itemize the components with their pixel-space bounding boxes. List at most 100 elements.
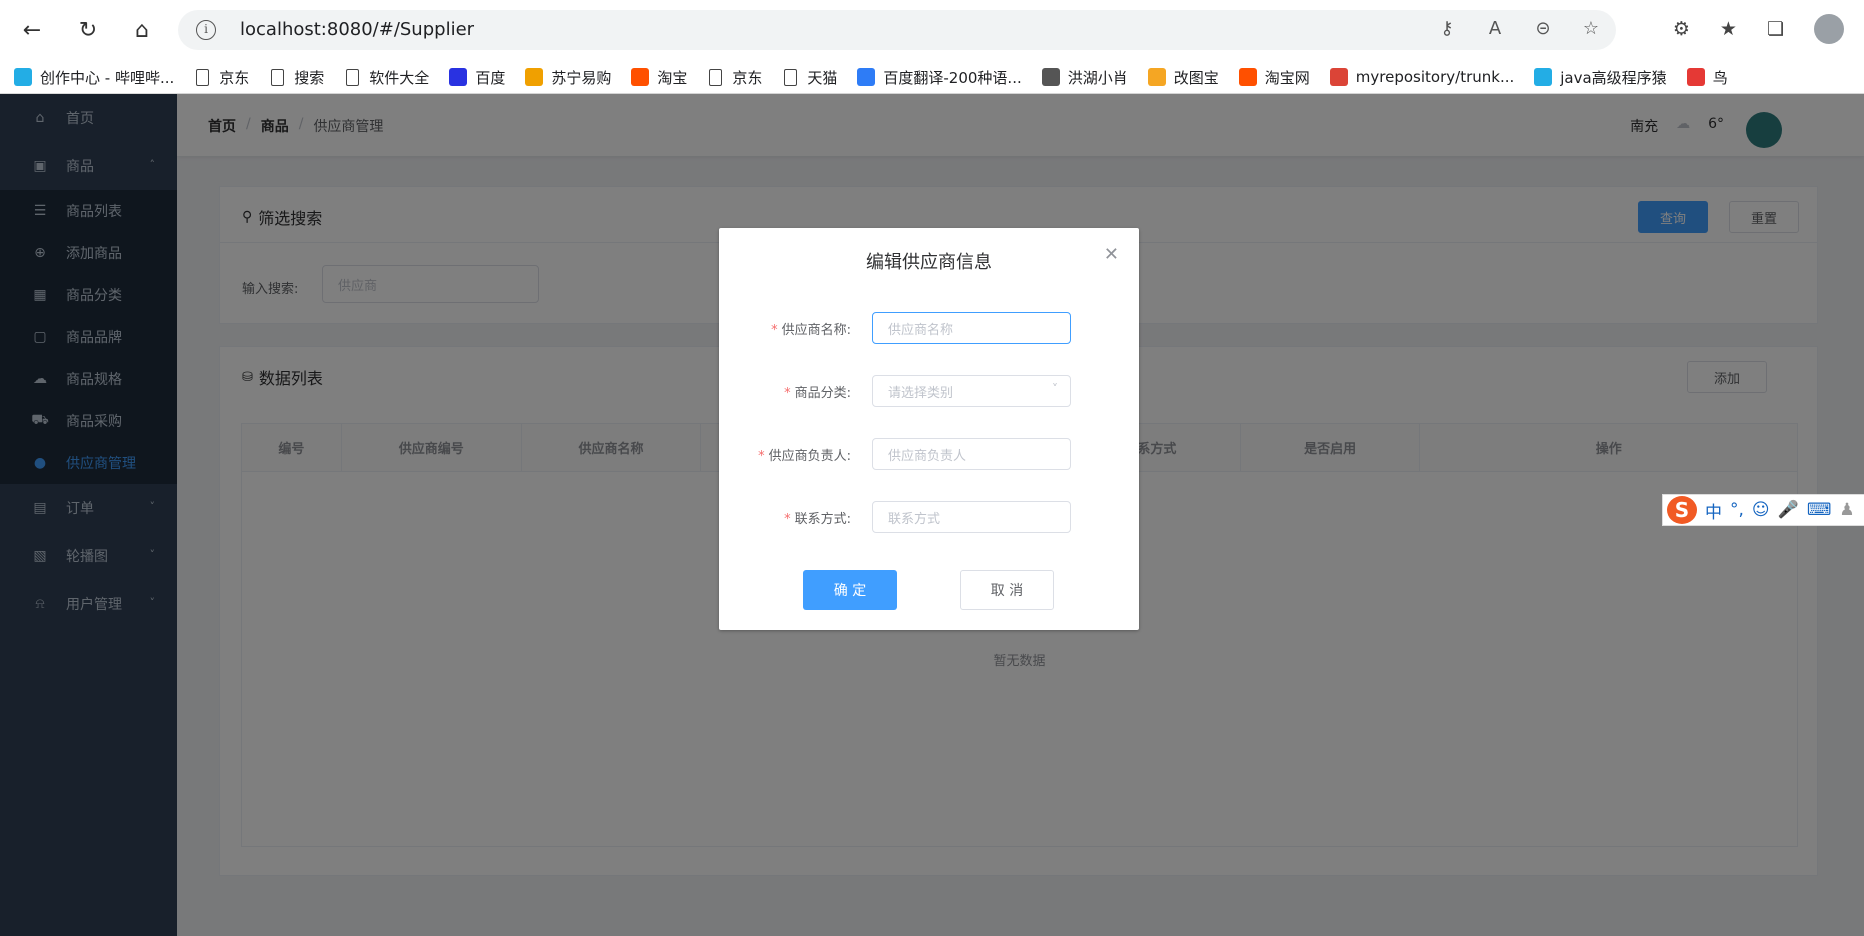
bookmark-label: 淘宝网 — [1264, 68, 1310, 87]
form-row: * 供应商负责人: 供应商负责人 — [719, 438, 1139, 470]
reload-icon[interactable]: ↻ — [70, 12, 106, 48]
input-placeholder: 请选择类别 — [888, 385, 954, 401]
favorite-add-icon[interactable]: ☆ — [1580, 18, 1602, 39]
required-mark: * — [784, 512, 791, 527]
extensions-icon[interactable]: ⚙ — [1673, 18, 1690, 40]
bookmark-item[interactable]: 京东 — [194, 67, 249, 88]
bookmark-label: 天猫 — [807, 68, 838, 87]
bookmark-label: 改图宝 — [1173, 68, 1219, 87]
form-row: * 供应商名称: 供应商名称 — [719, 312, 1139, 344]
required-mark: * — [758, 449, 765, 464]
page-icon — [196, 68, 210, 86]
sogou-logo-icon[interactable]: S — [1667, 496, 1697, 524]
bookmark-label: 创作中心 - 哔哩哔... — [40, 68, 175, 87]
ime-mode[interactable]: 中 — [1705, 498, 1722, 523]
form-label: * 供应商负责人: — [758, 445, 851, 464]
bookmark-item[interactable]: 淘宝网 — [1238, 67, 1310, 88]
close-icon[interactable]: ✕ — [1104, 244, 1119, 265]
bird-icon — [1041, 68, 1060, 86]
form-label: * 商品分类: — [784, 382, 851, 401]
bookmark-label: 洪湖小肖 — [1067, 68, 1128, 87]
page-icon — [784, 68, 798, 86]
browser-profile-avatar[interactable] — [1814, 14, 1844, 44]
bookmark-item[interactable]: 苏宁易购 — [525, 67, 611, 88]
bookmark-label: 京东 — [219, 68, 250, 87]
key-icon[interactable]: ⚷ — [1436, 18, 1458, 39]
bookmark-label: 软件大全 — [369, 68, 430, 87]
bookmark-label: java高级程序猿 — [1560, 68, 1667, 87]
bird-red-icon — [1686, 68, 1705, 86]
chrome-icon — [1329, 68, 1348, 86]
home-browser-icon[interactable]: ⌂ — [124, 12, 160, 48]
category-select[interactable]: 请选择类别 ˅ — [872, 375, 1071, 407]
bookmark-item[interactable]: 创作中心 - 哔哩哔... — [14, 67, 174, 88]
bookmark-item[interactable]: 百度翻译-200种语... — [857, 67, 1022, 88]
bookmark-item[interactable]: 京东 — [707, 67, 762, 88]
taobao-icon — [631, 68, 650, 86]
input-placeholder: 联系方式 — [888, 511, 941, 527]
bookmark-item[interactable]: java高级程序猿 — [1534, 67, 1667, 88]
bookmark-item[interactable]: 淘宝 — [631, 67, 687, 88]
back-icon[interactable]: ← — [14, 12, 50, 48]
zoom-out-icon[interactable]: ⊝ — [1532, 18, 1554, 39]
page-icon — [346, 68, 360, 86]
browser-nav-row: ← ↻ ⌂ i localhost:8080/#/Supplier ⚷ A ⊝ … — [0, 0, 1864, 60]
bookmark-item[interactable]: 改图宝 — [1147, 67, 1219, 88]
form-row: * 联系方式: 联系方式 — [719, 501, 1139, 533]
collections-icon[interactable]: ❏ — [1767, 18, 1784, 40]
form-label: * 供应商名称: — [771, 319, 851, 338]
bookmark-item[interactable]: 百度 — [449, 67, 505, 88]
emoji-icon[interactable]: ☺ — [1752, 500, 1770, 520]
edit-supplier-dialog: 编辑供应商信息 ✕ * 供应商名称: 供应商名称 * 商品分类: 请选择类别 ˅ * 供应商负责… — [719, 228, 1139, 630]
bookmark-label: 搜索 — [294, 68, 325, 87]
suning-icon — [525, 68, 544, 86]
page-icon — [271, 68, 285, 86]
baidu-paw-icon — [449, 68, 468, 86]
bookmark-label: 百度 — [475, 68, 506, 87]
bookmark-label: 苏宁易购 — [551, 68, 612, 87]
required-mark: * — [771, 323, 778, 338]
dialog-title: 编辑供应商信息 — [866, 252, 992, 273]
page-icon — [709, 68, 723, 86]
bookmark-item[interactable]: myrepository/trunk... — [1329, 68, 1515, 86]
form-label-text: 商品分类: — [794, 386, 851, 401]
bookmark-item[interactable]: 洪湖小肖 — [1041, 67, 1128, 88]
form-input[interactable]: 联系方式 — [872, 501, 1071, 533]
bookmark-label: 鸟 — [1712, 68, 1728, 87]
ime-toolbar: S 中 °, ☺ 🎤 ⌨ ♟ — [1662, 494, 1864, 526]
confirm-button[interactable]: 确 定 — [803, 570, 897, 610]
form-label-text: 联系方式: — [794, 512, 851, 527]
user-ime-icon[interactable]: ♟ — [1839, 500, 1854, 520]
bookmark-item[interactable]: 天猫 — [782, 67, 837, 88]
address-bar[interactable]: i localhost:8080/#/Supplier ⚷ A ⊝ ☆ — [178, 10, 1616, 50]
read-aloud-icon[interactable]: A — [1484, 18, 1506, 39]
translate-icon — [857, 68, 876, 86]
taobao-icon — [1238, 68, 1257, 86]
bookmark-label: 京东 — [732, 68, 763, 87]
bookmark-item[interactable]: 软件大全 — [344, 67, 429, 88]
gaitubao-icon — [1147, 68, 1166, 86]
microphone-icon[interactable]: 🎤 — [1778, 500, 1799, 520]
bookmark-item[interactable]: 鸟 — [1686, 67, 1728, 88]
form-row: * 商品分类: 请选择类别 ˅ — [719, 375, 1139, 407]
form-input[interactable]: 供应商名称 — [872, 312, 1071, 344]
required-mark: * — [784, 386, 791, 401]
input-placeholder: 供应商名称 — [888, 322, 954, 338]
bookmark-label: 百度翻译-200种语... — [883, 68, 1022, 87]
input-placeholder: 供应商负责人 — [888, 448, 967, 464]
form-input[interactable]: 供应商负责人 — [872, 438, 1071, 470]
favorites-icon[interactable]: ★ — [1720, 18, 1737, 40]
browser-chrome: ← ↻ ⌂ i localhost:8080/#/Supplier ⚷ A ⊝ … — [0, 0, 1864, 94]
cancel-button[interactable]: 取 消 — [960, 570, 1054, 610]
form-label-text: 供应商负责人: — [768, 449, 851, 464]
chevron-down-icon: ˅ — [1052, 382, 1058, 396]
site-info-icon[interactable]: i — [196, 20, 216, 40]
bookmark-item[interactable]: 搜索 — [269, 67, 324, 88]
bilibili-icon — [14, 68, 32, 86]
bookmark-label: myrepository/trunk... — [1355, 68, 1515, 86]
address-url[interactable]: localhost:8080/#/Supplier — [240, 19, 474, 40]
ime-punct[interactable]: °, — [1730, 500, 1744, 520]
form-label-text: 供应商名称: — [781, 323, 851, 338]
bookmarks-bar: 创作中心 - 哔哩哔... 京东 搜索 软件大全 百度 苏宁易购 淘宝 京东 天猫 百度翻译-20… — [0, 60, 1864, 94]
keyboard-icon[interactable]: ⌨ — [1807, 500, 1832, 520]
